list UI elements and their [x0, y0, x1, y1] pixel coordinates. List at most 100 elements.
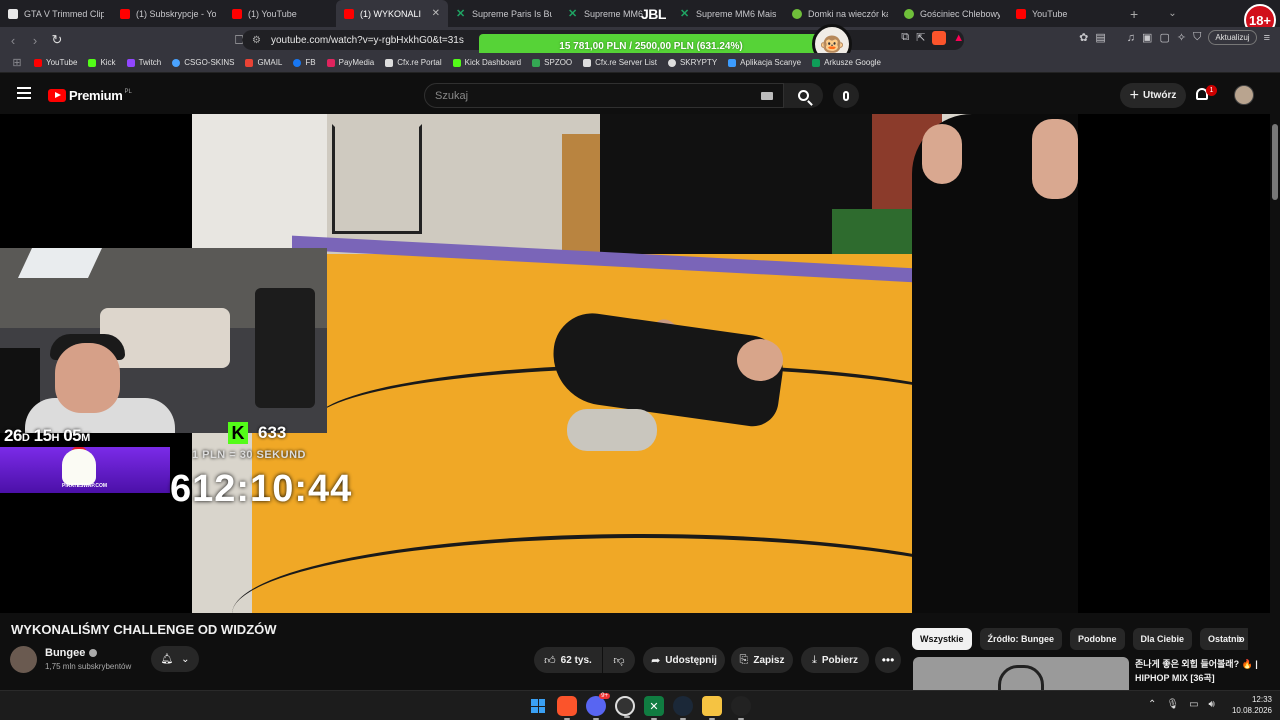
share-button[interactable]: ➦ Udostępnij [643, 647, 725, 673]
bookmark-arkusze[interactable]: Arkusze Google [812, 58, 881, 67]
video-player[interactable] [0, 114, 1270, 613]
chip-for-you[interactable]: Dla Ciebie [1132, 628, 1193, 650]
chips-next-arrow-icon[interactable]: › [1238, 631, 1242, 646]
rewards-icon[interactable]: ▲ [953, 32, 964, 44]
bookmark-cfx-server-list[interactable]: Cfx.re Server List [583, 58, 657, 67]
reader-icon[interactable]: ▤ [1095, 31, 1105, 44]
tab-youtube[interactable]: YouTube [1008, 0, 1120, 27]
bookmark-twitch[interactable]: Twitch [126, 58, 161, 67]
channel-name[interactable]: Bungee [45, 647, 98, 659]
thumbs-up-icon: 👍︎ [544, 654, 556, 667]
file-explorer-icon[interactable] [702, 696, 722, 720]
verified-icon [89, 649, 98, 657]
chip-from-channel[interactable]: Źródło: Bungee [979, 628, 1063, 650]
save-icon: ⎘ [739, 653, 749, 666]
page-scrollbar[interactable] [1271, 114, 1280, 690]
tab-subskrypcje[interactable]: (1) Subskrypcje - YouT [112, 0, 224, 27]
channel-avatar[interactable] [10, 646, 37, 673]
recommended-video-thumbnail[interactable] [913, 657, 1129, 690]
bookmark-scanye[interactable]: Aplikacja Scanye [728, 58, 801, 67]
music-icon[interactable]: ♫ [1127, 32, 1135, 44]
app-wolf-icon[interactable] [731, 696, 751, 720]
obs-icon[interactable] [615, 696, 635, 718]
reload-icon[interactable]: ↻ [46, 32, 68, 48]
plus-icon: + [1129, 86, 1139, 104]
share-icon[interactable]: ⇱ [916, 31, 925, 44]
bookmark-cfx-portal[interactable]: Cfx.re Portal [385, 58, 442, 67]
subscription-bell-button[interactable]: 🔔︎ ⌄ [151, 646, 199, 672]
wallet-icon[interactable]: ▢ [1159, 31, 1169, 44]
subathon-timer: 612:10:44 [170, 468, 353, 510]
ai-icon[interactable]: ✧ [1177, 31, 1186, 44]
like-button[interactable]: 👍︎ 62 tys. [534, 647, 602, 673]
update-button[interactable]: Aktualizuj [1208, 30, 1257, 45]
create-button[interactable]: + Utwórz [1120, 83, 1186, 108]
keyboard-icon[interactable] [761, 92, 773, 100]
vpn-icon[interactable]: ⛉ [1193, 31, 1201, 44]
download-button[interactable]: ⤓ Pobierz [801, 647, 869, 673]
chip-all[interactable]: Wszystkie [912, 628, 972, 650]
volume-icon[interactable]: 🔊︎ [1209, 699, 1215, 710]
tab-youtube-home[interactable]: (1) YouTube [224, 0, 336, 27]
brave-shields-icon[interactable] [932, 30, 947, 45]
bookmark-youtube[interactable]: YouTube [34, 58, 77, 67]
tab-active-video[interactable]: (1) WYKONALI ✕ [336, 0, 448, 27]
scrollbar-thumb[interactable] [1272, 124, 1278, 200]
bookmark-spzoo[interactable]: SPZOO [532, 58, 572, 67]
youtube-header: Premium PL Szukaj + Utwórz [0, 76, 1280, 114]
url-text: youtube.com/watch?v=y-rgbHxkhG0&t=31s [270, 34, 464, 46]
streamer-webcam [0, 248, 327, 433]
github-icon [667, 58, 676, 67]
voice-search-button[interactable] [833, 83, 859, 108]
site-settings-icon[interactable]: ⚙ [252, 35, 261, 46]
bookmarks-bar: ⊞ YouTube Kick Twitch CSGO-SKINS GMAIL F… [0, 53, 1280, 73]
taskbar-clock[interactable]: 12:33 10.08.2026 [1228, 694, 1272, 716]
tab-domki[interactable]: Domki na wieczór kaw [784, 0, 896, 27]
tab-list-chevron-icon[interactable]: ⌄ [1168, 8, 1176, 19]
bookmark-csgo-skins[interactable]: CSGO-SKINS [172, 58, 234, 67]
sheets-icon [812, 58, 821, 67]
youtube-premium-logo[interactable]: Premium PL [48, 88, 132, 103]
tab-supreme-paris[interactable]: ✕Supreme Paris Is Burn [448, 0, 560, 27]
search-button[interactable] [784, 83, 823, 108]
tab-close-icon[interactable]: ✕ [432, 8, 440, 19]
new-tab-button[interactable]: + [1130, 6, 1138, 22]
chip-related[interactable]: Podobne [1070, 628, 1125, 650]
hamburger-menu-icon[interactable] [17, 87, 31, 99]
back-icon[interactable]: ‹ [2, 33, 24, 48]
bookmark-gmail[interactable]: GMAIL [245, 58, 282, 67]
steam-icon[interactable] [673, 696, 693, 720]
more-actions-button[interactable]: ••• [875, 647, 901, 673]
save-button[interactable]: ⎘ Zapisz [731, 647, 793, 673]
forward-icon[interactable]: › [24, 33, 46, 48]
bookmark-kick[interactable]: Kick [88, 58, 116, 67]
extensions-icon[interactable]: ✿ [1079, 31, 1088, 44]
tray-microphone-icon[interactable]: 🎙︎ [1166, 699, 1179, 710]
bookmark-kick-dashboard[interactable]: Kick Dashboard [452, 58, 521, 67]
twitch-icon [126, 58, 135, 67]
bookmark-fb[interactable]: FB [293, 58, 316, 67]
bell-icon: 🔔︎ [160, 653, 174, 665]
search-input[interactable]: Szukaj [424, 83, 784, 108]
sidebar-icon[interactable]: ▣ [1142, 31, 1152, 44]
bookmark-skrypty[interactable]: SKRYPTY [667, 58, 717, 67]
brave-browser-icon[interactable] [557, 696, 577, 720]
youtube-play-icon [48, 89, 66, 102]
menu-icon[interactable]: ≡ [1264, 32, 1270, 44]
tab-supreme-mm6-maison[interactable]: ✕Supreme MM6 Maison [672, 0, 784, 27]
tab-gta-clip[interactable]: GTA V Trimmed Clip 1 [0, 0, 112, 27]
bookmark-paymedia[interactable]: PayMedia [326, 58, 374, 67]
dislike-button[interactable]: 👎︎ [603, 647, 635, 673]
network-icon[interactable]: ▭ [1189, 699, 1198, 710]
tray-overflow-chevron-icon[interactable]: ⌃ [1148, 699, 1156, 710]
tab-gosciniec[interactable]: Gościniec Chlebowy Z [896, 0, 1008, 27]
apps-grid-icon[interactable]: ⊞ [8, 56, 26, 69]
browser-tab-bar: GTA V Trimmed Clip 1 (1) Subskrypcje - Y… [0, 0, 1280, 27]
excel-icon: ✕ [680, 7, 690, 20]
screenshot-icon[interactable]: ⧉ [901, 31, 909, 44]
user-avatar[interactable] [1234, 85, 1254, 105]
excel-icon[interactable]: ✕ [644, 696, 664, 720]
recommended-video-title[interactable]: 존나게 좋은 외힙 들어볼래? 🔥 | HIPHOP MIX [36곡] [1135, 657, 1265, 685]
discord-icon[interactable]: 9+ [586, 693, 610, 720]
start-button[interactable] [528, 696, 548, 716]
